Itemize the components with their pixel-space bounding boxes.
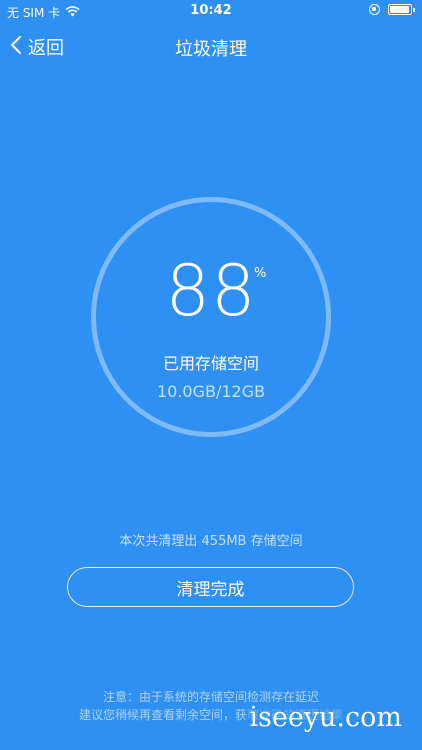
- clean-done-button[interactable]: 清理完成: [67, 567, 354, 607]
- battery-fill: [390, 6, 409, 13]
- used-storage-capacity: 10.0GB/12GB: [156, 382, 266, 401]
- status-time: 10:42: [190, 3, 232, 18]
- cleaned-summary: 本次共清理出 455MB 存储空间: [119, 534, 303, 549]
- used-storage-label: 已用存储空间: [162, 354, 259, 373]
- rotation-lock-icon: [369, 4, 380, 15]
- status-right: [369, 4, 415, 15]
- storage-percent: 88 %: [0, 256, 422, 326]
- page-title: 垃圾清理: [175, 39, 247, 60]
- nav-bar: 返回 垃圾清理: [0, 22, 422, 72]
- watermark: iseeyu.com: [245, 702, 406, 733]
- battery-icon: [388, 4, 415, 15]
- status-bar: 无 SIM 卡 10:42: [0, 0, 422, 22]
- percent-unit: %: [254, 266, 267, 281]
- percent-value: 88: [165, 250, 257, 332]
